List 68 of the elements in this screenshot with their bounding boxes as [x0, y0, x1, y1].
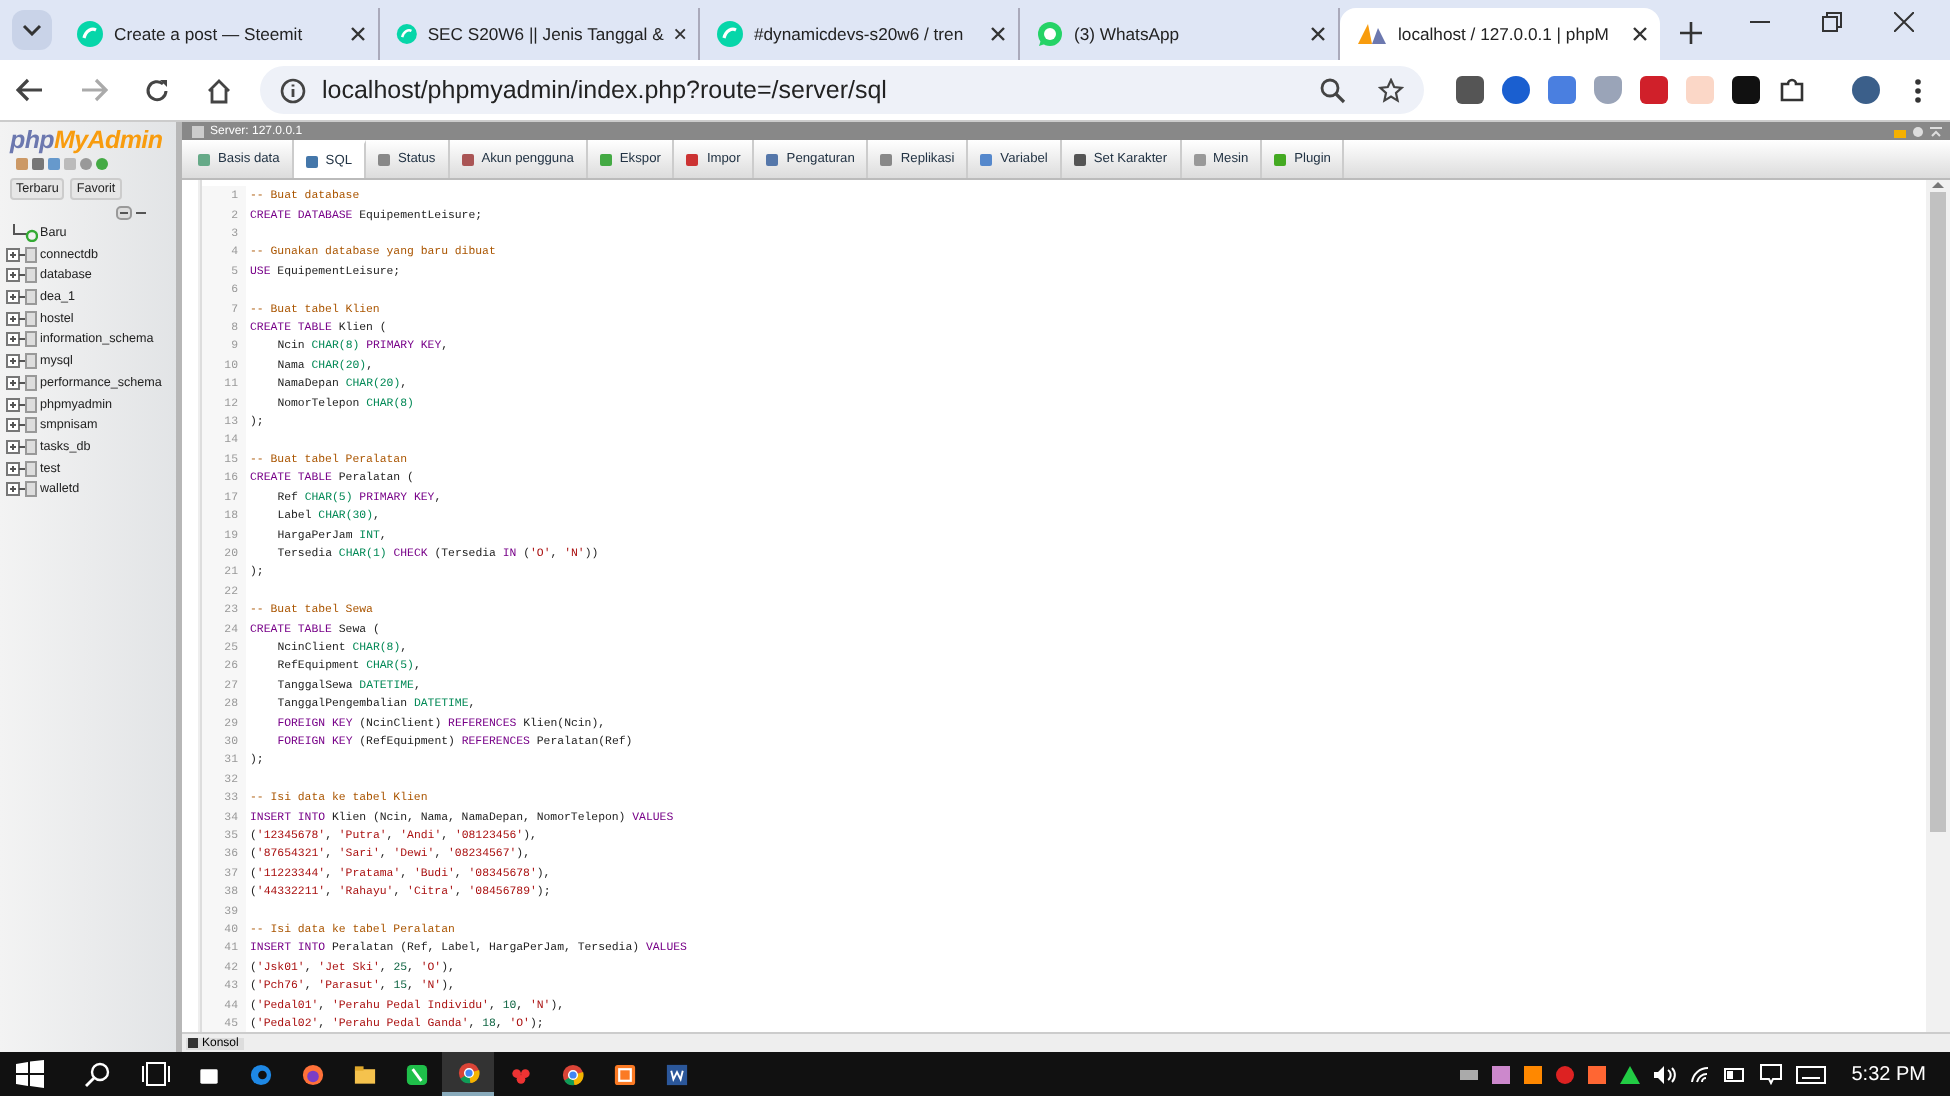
address-bar[interactable]: localhost/phpmyadmin/index.php?route=/server/sql: [260, 66, 1424, 114]
star-icon[interactable]: [1378, 77, 1404, 103]
expand-icon[interactable]: [6, 309, 38, 328]
app-icon: [299, 1061, 325, 1088]
app-icon: [247, 1061, 273, 1088]
expand-icon[interactable]: [6, 352, 38, 371]
steemit-icon: [76, 20, 104, 48]
battery-icon[interactable]: [1723, 1067, 1746, 1082]
expand-icon[interactable]: [6, 459, 38, 478]
wifi-icon[interactable]: [1689, 1065, 1710, 1084]
triangle-icon[interactable]: [1619, 1065, 1640, 1084]
sail-icon: [1356, 22, 1388, 46]
server-icon: [192, 125, 204, 137]
keyboard-icon[interactable]: [1795, 1065, 1826, 1084]
expand-icon[interactable]: [6, 330, 38, 349]
app-icon: [455, 1059, 481, 1086]
tab-list-button[interactable]: [12, 10, 52, 50]
close-icon[interactable]: [1632, 26, 1648, 42]
expand-icon[interactable]: [6, 373, 38, 392]
new-tab-icon[interactable]: [1680, 22, 1702, 44]
clock[interactable]: 5:32 PM: [1851, 1063, 1926, 1086]
expand-icon[interactable]: [6, 416, 38, 435]
steemit-icon: [716, 20, 744, 48]
collapse-icon[interactable]: [116, 206, 148, 220]
app-icon: [611, 1061, 637, 1088]
home-icon[interactable]: [206, 77, 232, 103]
menu-icon[interactable]: [1914, 77, 1922, 103]
start-icon[interactable]: [16, 1060, 44, 1089]
close-icon[interactable]: [350, 26, 366, 42]
search-icon[interactable]: [84, 1061, 110, 1088]
extension-icon[interactable]: [1732, 76, 1760, 104]
chat-bubble-icon: [1036, 20, 1064, 48]
phpmyadmin-logo[interactable]: phpMyAdmin: [0, 122, 176, 154]
close-icon[interactable]: [990, 26, 1006, 42]
taskbar-app[interactable]: [442, 1052, 494, 1096]
expand-icon[interactable]: [6, 266, 38, 285]
volume-icon[interactable]: [1653, 1065, 1676, 1084]
caret-icon: [22, 24, 42, 36]
avatar-icon[interactable]: [1852, 76, 1880, 104]
collapse-icon[interactable]: [1930, 125, 1942, 137]
reload-icon[interactable]: [144, 77, 170, 103]
info-icon: [280, 77, 306, 103]
extension-icon[interactable]: [1456, 76, 1484, 104]
scrollbar[interactable]: [1926, 180, 1950, 1033]
zoom-icon[interactable]: [1320, 77, 1346, 103]
app-icon: [559, 1061, 585, 1088]
restore-icon[interactable]: [1822, 12, 1842, 32]
task-view-icon[interactable]: [142, 1062, 170, 1087]
expand-icon[interactable]: [6, 288, 38, 307]
folder-icon: [351, 1061, 377, 1088]
expand-icon[interactable]: [6, 480, 38, 499]
close-icon[interactable]: [1310, 26, 1326, 42]
expand-icon[interactable]: [6, 437, 38, 456]
notification-icon[interactable]: [1759, 1063, 1782, 1086]
close-icon[interactable]: [1894, 12, 1914, 32]
expand-icon[interactable]: [6, 245, 38, 264]
console-icon: [188, 1038, 198, 1049]
close-icon[interactable]: [673, 26, 686, 42]
lock-icon: [1894, 125, 1906, 137]
puzzle-icon[interactable]: [1778, 76, 1806, 104]
app-icon: [663, 1061, 689, 1088]
browser-tab[interactable]: localhost / 127.0.0.1 | phpM: [1340, 8, 1660, 60]
back-icon[interactable]: [16, 78, 44, 102]
settings-icon[interactable]: [1912, 125, 1924, 137]
exit-icon[interactable]: [32, 158, 44, 170]
expand-icon[interactable]: [6, 395, 38, 413]
steemit-icon: [396, 20, 418, 48]
app-icon: [403, 1061, 429, 1088]
